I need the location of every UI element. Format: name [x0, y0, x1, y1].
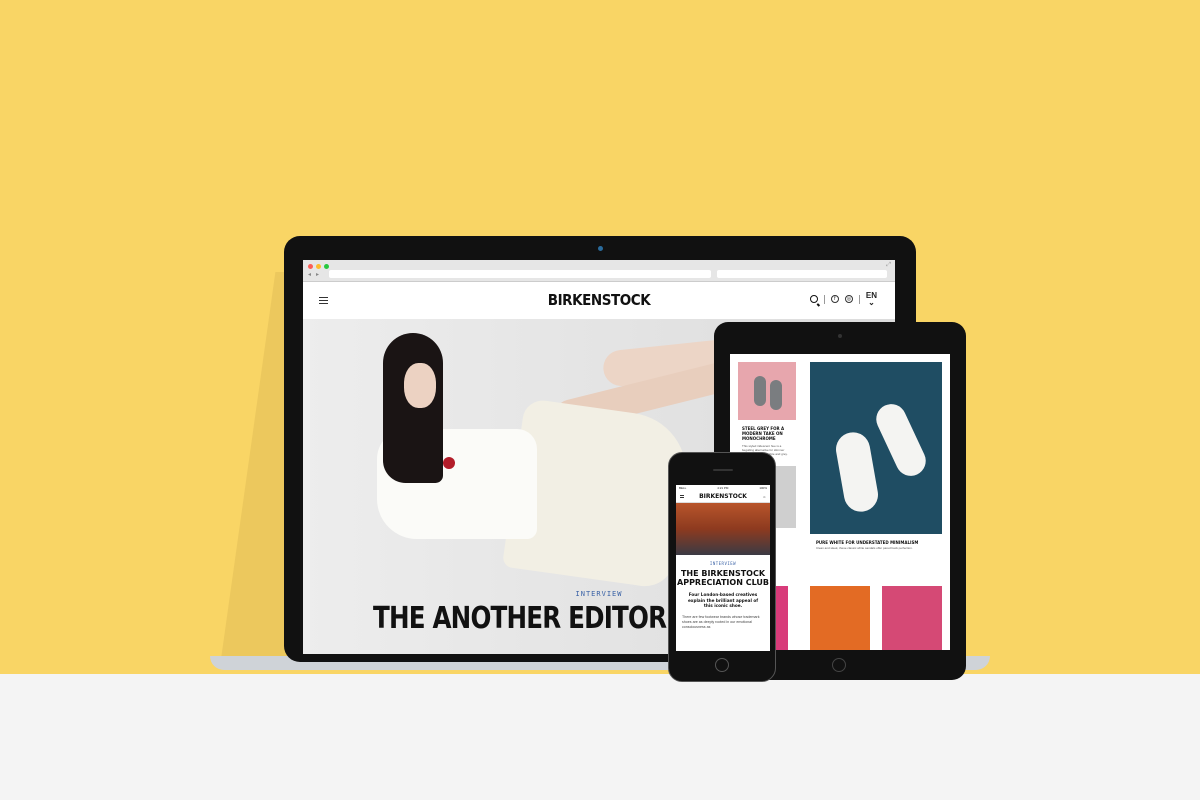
article-body: There are few footwear brands whose trad… — [682, 614, 760, 629]
brand-logo[interactable]: BIRKENSTOCK — [699, 493, 747, 500]
product-description: Clean and sleek, these classic white san… — [816, 546, 913, 550]
hero-model-hair — [383, 333, 443, 483]
camera-icon — [598, 246, 603, 251]
close-window-button[interactable] — [308, 264, 313, 269]
speaker-grille — [713, 469, 733, 471]
forward-icon[interactable]: ▸ — [316, 271, 319, 278]
article-dek: Four London-based creatives explain the … — [687, 592, 759, 608]
product-image-orange[interactable] — [810, 586, 870, 650]
divider — [858, 294, 860, 304]
instagram-icon[interactable]: ◎ — [844, 295, 853, 303]
product-image-pure-white[interactable] — [810, 362, 942, 534]
product-caption[interactable]: STEEL GREY FOR A MODERN TAKE ON MONOCHRO… — [742, 426, 794, 441]
browser-search-bar[interactable] — [717, 270, 887, 278]
sandal-icon — [754, 376, 766, 406]
site-header: BIRKENSTOCK f ◎ EN ⌄ — [303, 282, 895, 318]
carrier-label: BELL — [679, 486, 687, 490]
camera-icon — [838, 334, 842, 338]
facebook-icon[interactable]: f — [830, 295, 839, 303]
home-button[interactable] — [715, 658, 729, 672]
article-title[interactable]: THE BIRKENSTOCK APPRECIATION CLUB — [676, 569, 770, 587]
product-image-silver[interactable] — [882, 586, 942, 650]
sandal-icon — [770, 380, 782, 410]
divider — [823, 294, 825, 304]
battery-label: 100% — [759, 486, 767, 490]
menu-icon[interactable] — [680, 495, 684, 498]
rose-print-icon — [443, 457, 455, 469]
back-icon[interactable]: ◂ — [308, 271, 311, 278]
mobile-header: BIRKENSTOCK ◦ — [676, 491, 770, 503]
chevron-down-icon: ⌄ — [868, 298, 875, 307]
maximize-window-button[interactable] — [324, 264, 329, 269]
search-icon[interactable] — [809, 295, 818, 303]
home-button[interactable] — [832, 658, 846, 672]
fullscreen-icon[interactable]: ⤢ — [886, 262, 891, 269]
article-image[interactable] — [676, 503, 770, 555]
address-bar[interactable] — [329, 270, 711, 278]
sandal-icon — [871, 399, 931, 481]
minimize-window-button[interactable] — [316, 264, 321, 269]
hero-model-face — [404, 363, 436, 408]
menu-icon[interactable] — [319, 297, 328, 306]
article-category-tag: INTERVIEW — [709, 561, 737, 566]
brand-logo[interactable]: BIRKENSTOCK — [333, 291, 866, 309]
browser-chrome: ◂ ▸ ⤢ — [303, 260, 895, 282]
product-caption[interactable]: PURE WHITE FOR UNDERSTATED MINIMALISM — [816, 540, 936, 545]
phone: BELL 4:21 PM 100% BIRKENSTOCK ◦ INTERVIE… — [668, 452, 776, 682]
globe-icon[interactable]: ◦ — [763, 493, 766, 504]
hero-title[interactable]: THE ANOTHER EDITORS — [373, 601, 684, 636]
product-image-steel-grey[interactable] — [738, 362, 796, 420]
phone-screen: BELL 4:21 PM 100% BIRKENSTOCK ◦ INTERVIE… — [676, 485, 770, 651]
sandal-icon — [833, 429, 881, 515]
language-selector[interactable]: EN ⌄ — [866, 292, 877, 307]
clock-label: 4:21 PM — [717, 486, 729, 490]
header-actions: f ◎ EN ⌄ — [809, 292, 877, 307]
floor — [0, 674, 1200, 800]
